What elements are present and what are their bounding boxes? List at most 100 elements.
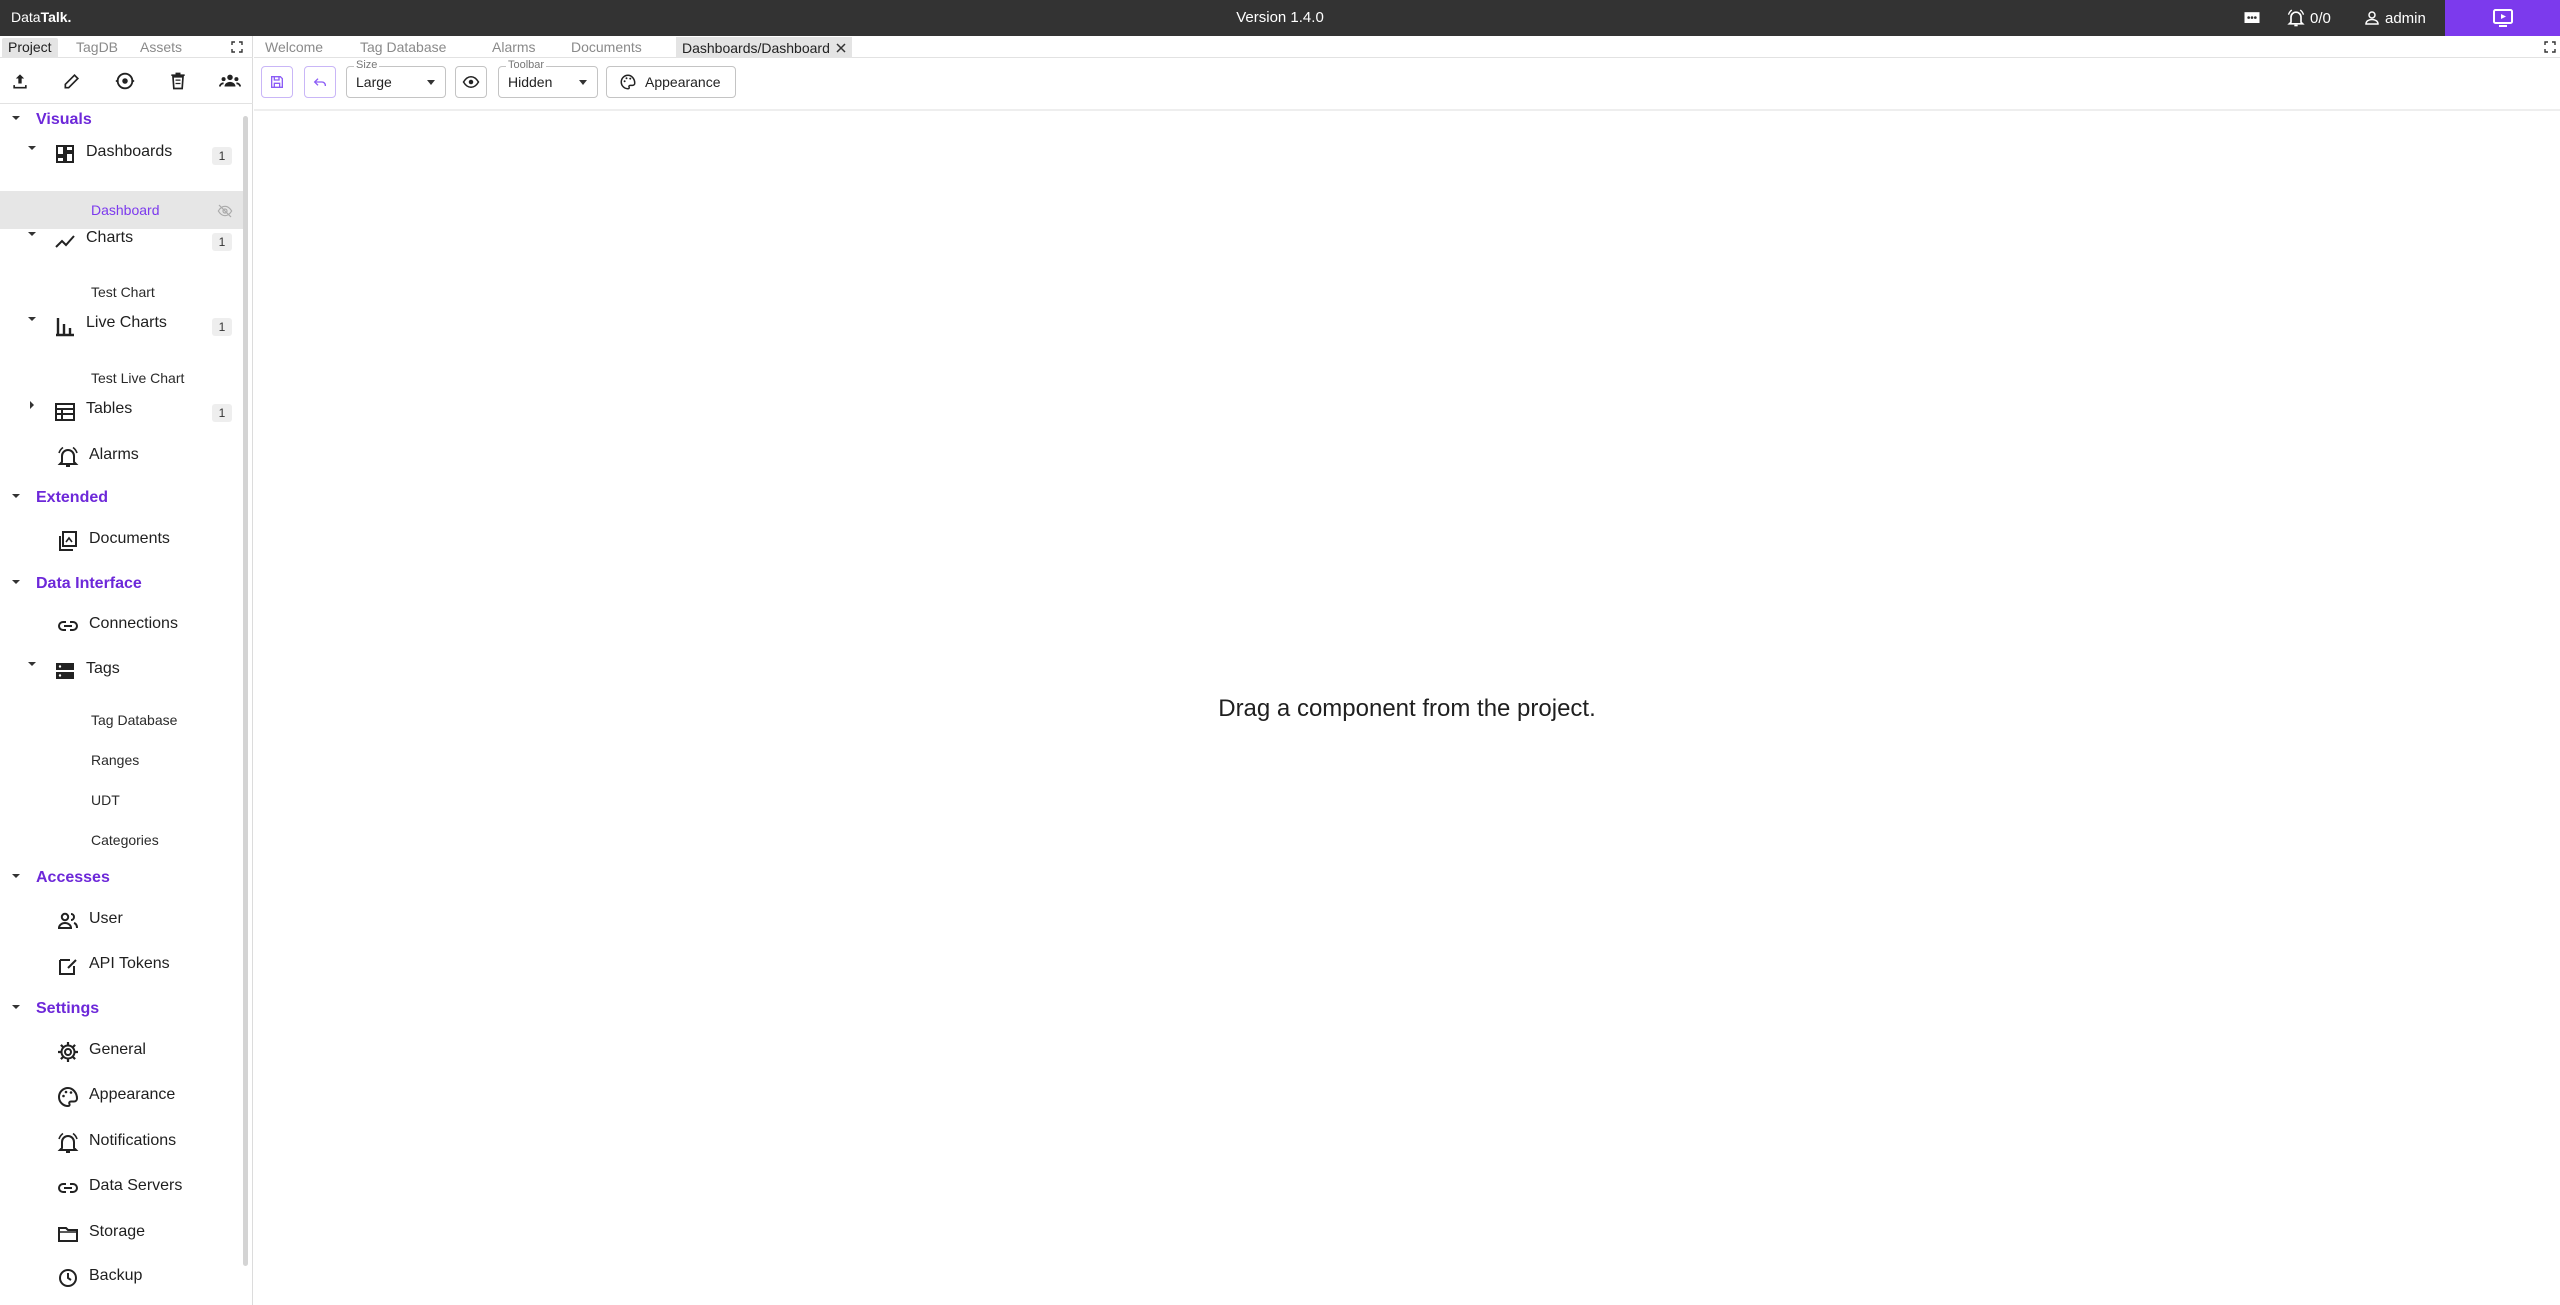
toolbar-visibility-select[interactable]: Toolbar Hidden bbox=[498, 59, 598, 98]
tree-leaf-udt[interactable]: UDT bbox=[0, 784, 244, 816]
panel-tabs: Project TagDB Assets bbox=[0, 36, 253, 58]
size-select[interactable]: Size Large bbox=[346, 59, 446, 98]
close-icon[interactable] bbox=[836, 42, 846, 53]
tree-item-dashboards[interactable]: Dashboards 1 bbox=[0, 134, 244, 172]
tab-dashboards-dashboard[interactable]: Dashboards/Dashboard bbox=[676, 37, 852, 58]
tree-item-general[interactable]: General bbox=[0, 1031, 244, 1071]
upload-button[interactable] bbox=[8, 69, 32, 93]
tree-leaf-test-live-chart[interactable]: Test Live Chart bbox=[0, 362, 244, 394]
chevron-down-icon bbox=[579, 80, 587, 85]
chat-button[interactable] bbox=[2240, 0, 2264, 36]
tree-leaf-label: Test Live Chart bbox=[91, 370, 185, 386]
delete-button[interactable] bbox=[166, 69, 190, 93]
tree-item-api-tokens[interactable]: API Tokens bbox=[0, 945, 244, 985]
save-button[interactable] bbox=[261, 66, 293, 98]
users-button[interactable] bbox=[218, 69, 242, 93]
dashboard-icon bbox=[56, 145, 74, 163]
count-badge: 1 bbox=[212, 233, 232, 251]
present-mode-button[interactable] bbox=[2445, 0, 2560, 36]
caret-down-icon bbox=[12, 580, 20, 584]
tree-item-label: Live Charts bbox=[86, 314, 167, 331]
size-select-value: Large bbox=[356, 74, 392, 90]
appearance-button-label: Appearance bbox=[645, 74, 721, 90]
bar-chart-icon bbox=[56, 318, 74, 337]
section-label: Accesses bbox=[36, 869, 110, 886]
tree-item-charts[interactable]: Charts 1 bbox=[0, 220, 244, 258]
tree-item-label: Tables bbox=[86, 400, 133, 417]
tree-item-notifications[interactable]: Notifications bbox=[0, 1122, 244, 1162]
appearance-button[interactable]: Appearance bbox=[606, 66, 736, 98]
section-label: Visuals bbox=[36, 111, 92, 128]
tree-leaf-test-chart[interactable]: Test Chart bbox=[0, 276, 244, 308]
section-accesses[interactable]: Accesses bbox=[0, 864, 244, 894]
tree-item-user[interactable]: User bbox=[0, 900, 244, 940]
caret-right-icon bbox=[30, 401, 34, 409]
tree-item-tags[interactable]: Tags bbox=[0, 650, 244, 690]
dashboard-canvas[interactable]: Drag a component from the project. bbox=[254, 111, 2560, 1305]
project-tree: Visuals Dashboards 1 Dashboard Charts 1 … bbox=[0, 104, 244, 1305]
edit-button[interactable] bbox=[60, 69, 84, 93]
visibility-off-icon[interactable] bbox=[217, 204, 233, 218]
maximize-icon[interactable] bbox=[2543, 40, 2557, 54]
tab-project[interactable]: Project bbox=[2, 38, 58, 58]
caret-down-icon bbox=[12, 1005, 20, 1009]
toolbar-select-value: Hidden bbox=[508, 74, 553, 90]
tree-item-label: Data Servers bbox=[89, 1177, 183, 1194]
section-settings[interactable]: Settings bbox=[0, 994, 244, 1024]
tree-item-storage[interactable]: Storage bbox=[0, 1213, 244, 1253]
tab-alarms[interactable]: Alarms bbox=[486, 37, 542, 58]
section-label: Extended bbox=[36, 489, 109, 506]
tree-leaf-label: Test Chart bbox=[91, 284, 155, 300]
caret-down-icon bbox=[12, 116, 20, 120]
user-menu-button[interactable]: admin bbox=[2363, 0, 2426, 36]
tree-item-label: API Tokens bbox=[89, 955, 170, 972]
tree-leaf-label: Tag Database bbox=[91, 712, 178, 728]
size-select-label: Size bbox=[354, 59, 380, 72]
tab-assets[interactable]: Assets bbox=[134, 38, 188, 58]
tree-scrollbar[interactable] bbox=[243, 116, 248, 1266]
tree-item-label: Dashboards bbox=[86, 143, 173, 160]
tree-item-live-charts[interactable]: Live Charts 1 bbox=[0, 305, 244, 343]
token-edit-icon bbox=[59, 959, 77, 975]
alarm-status-button[interactable]: 0/0 bbox=[2286, 0, 2331, 36]
tree-item-appearance[interactable]: Appearance bbox=[0, 1076, 244, 1116]
tree-leaf-tag-database[interactable]: Tag Database bbox=[0, 704, 244, 736]
tree-item-alarms[interactable]: Alarms bbox=[0, 436, 244, 476]
backup-icon bbox=[59, 1269, 77, 1287]
upload-icon bbox=[13, 74, 27, 89]
chevron-down-icon bbox=[427, 80, 435, 85]
alarm-count: 0/0 bbox=[2310, 9, 2331, 27]
user-name: admin bbox=[2385, 9, 2426, 27]
project-toolbar bbox=[0, 58, 253, 104]
caret-down-icon bbox=[12, 874, 20, 878]
tab-documents[interactable]: Documents bbox=[565, 37, 648, 58]
sync-button[interactable] bbox=[113, 69, 137, 93]
tab-tag-database[interactable]: Tag Database bbox=[354, 37, 452, 58]
tree-item-data-servers[interactable]: Data Servers bbox=[0, 1167, 244, 1207]
edit-icon bbox=[64, 73, 80, 89]
preview-button[interactable] bbox=[455, 66, 487, 98]
tree-item-connections[interactable]: Connections bbox=[0, 606, 244, 646]
tree-item-backup[interactable]: Backup bbox=[0, 1257, 244, 1297]
caret-down-icon bbox=[12, 494, 20, 498]
tree-item-tables[interactable]: Tables 1 bbox=[0, 391, 244, 429]
tab-welcome[interactable]: Welcome bbox=[259, 37, 329, 58]
tree-leaf-label: Categories bbox=[91, 832, 159, 848]
link-icon bbox=[58, 621, 78, 631]
user-icon bbox=[2365, 11, 2379, 25]
panel-maximize-icon[interactable] bbox=[230, 40, 244, 54]
dashboard-toolbar: Size Large Toolbar Hidden Appearance bbox=[254, 58, 2560, 111]
section-visuals[interactable]: Visuals bbox=[0, 104, 244, 134]
notification-bell-icon bbox=[57, 1132, 79, 1153]
tab-tagdb[interactable]: TagDB bbox=[70, 38, 124, 58]
caret-down-icon bbox=[28, 662, 36, 666]
app-version: Version 1.4.0 bbox=[1236, 9, 1324, 26]
undo-button[interactable] bbox=[304, 66, 336, 98]
tree-leaf-ranges[interactable]: Ranges bbox=[0, 744, 244, 776]
tree-item-documents[interactable]: Documents bbox=[0, 520, 244, 560]
section-extended[interactable]: Extended bbox=[0, 484, 244, 514]
palette-icon bbox=[620, 74, 636, 90]
empty-state-message: Drag a component from the project. bbox=[1218, 695, 1596, 722]
tree-leaf-categories[interactable]: Categories bbox=[0, 824, 244, 856]
section-data-interface[interactable]: Data Interface bbox=[0, 569, 244, 599]
